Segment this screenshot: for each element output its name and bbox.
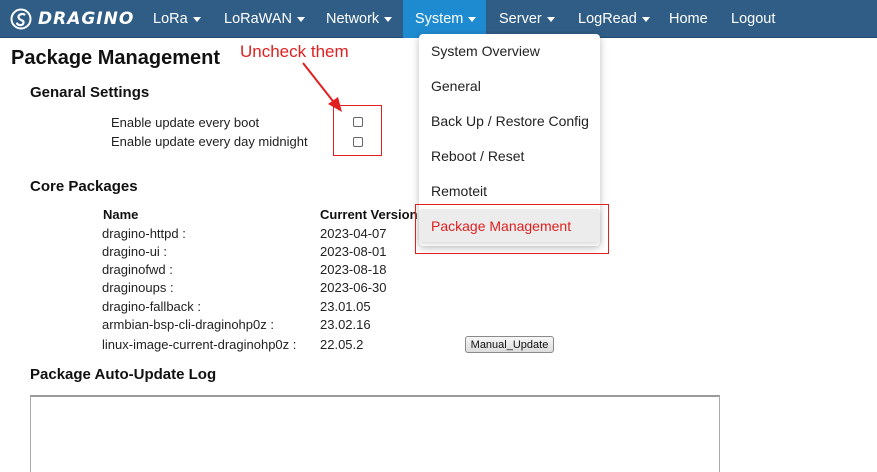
package-name: dragino-httpd : <box>102 226 186 241</box>
caret-down-icon <box>192 17 201 22</box>
nav-system[interactable]: System <box>403 0 486 38</box>
auto-update-log-heading: Package Auto-Update Log <box>30 366 217 383</box>
update-every-midnight-label: Enable update every day midnight <box>111 134 308 149</box>
annotation-label: Uncheck them <box>240 42 349 61</box>
caret-down-icon <box>296 17 305 22</box>
caret-down-icon <box>468 17 477 22</box>
nav-logread[interactable]: LogRead <box>566 0 662 38</box>
page-title: Package Management <box>11 47 220 69</box>
menu-item-general[interactable]: General <box>431 78 481 94</box>
package-name: armbian-bsp-cli-draginohp0z : <box>102 317 274 332</box>
package-version: 2023-06-30 <box>320 280 387 295</box>
core-packages-heading: Core Packages <box>30 178 138 195</box>
package-name: linux-image-current-draginohp0z : <box>102 337 297 352</box>
nav-server-label: Server <box>499 11 542 27</box>
nav-lorawan[interactable]: LoRaWAN <box>212 0 317 38</box>
package-version: 23.01.05 <box>320 299 371 314</box>
nav-network-label: Network <box>326 11 380 27</box>
column-header-version: Current Version <box>320 207 418 222</box>
nav-logread-label: LogRead <box>578 11 637 27</box>
logo-text: DRAGINO <box>38 9 135 29</box>
menu-item-system-overview[interactable]: System Overview <box>431 43 540 59</box>
nav-home-label: Home <box>669 11 708 27</box>
menu-item-reboot-reset[interactable]: Reboot / Reset <box>431 148 524 164</box>
package-name: draginoups : <box>102 280 174 295</box>
package-version: 22.05.2 <box>320 337 364 352</box>
dragino-logo-icon <box>10 8 32 30</box>
menu-item-remoteit[interactable]: Remoteit <box>431 183 487 199</box>
nav-lora-label: LoRa <box>153 11 188 27</box>
auto-update-log-textarea[interactable] <box>30 395 720 472</box>
package-name: draginofwd : <box>102 262 173 277</box>
nav-system-label: System <box>415 11 464 27</box>
caret-down-icon <box>384 17 393 22</box>
package-version: 23.02.16 <box>320 317 371 332</box>
nav-logout[interactable]: Logout <box>719 0 787 38</box>
annotation-arrow-icon <box>302 62 342 112</box>
nav-lorawan-label: LoRaWAN <box>224 11 292 27</box>
menu-highlight-box <box>415 204 609 254</box>
caret-down-icon <box>641 17 650 22</box>
package-version: 2023-08-01 <box>320 244 387 259</box>
column-header-name: Name <box>103 207 139 222</box>
nav-network[interactable]: Network <box>314 0 404 38</box>
nav-server[interactable]: Server <box>487 0 567 38</box>
general-settings-heading: Genaral Settings <box>30 84 150 101</box>
menu-item-backup-restore[interactable]: Back Up / Restore Config <box>431 113 589 129</box>
package-name: dragino-ui : <box>102 244 168 259</box>
top-navbar: DRAGINO LoRa LoRaWAN Network System Serv… <box>0 0 877 38</box>
caret-down-icon <box>546 17 555 22</box>
nav-logout-label: Logout <box>731 11 776 27</box>
package-version: 2023-08-18 <box>320 262 387 277</box>
dragino-logo[interactable]: DRAGINO <box>10 6 136 32</box>
nav-lora[interactable]: LoRa <box>141 0 213 38</box>
package-version: 2023-04-07 <box>320 226 387 241</box>
package-name: dragino-fallback : <box>102 299 201 314</box>
manual-update-button[interactable]: Manual_Update <box>465 336 554 353</box>
nav-home[interactable]: Home <box>657 0 720 38</box>
update-every-boot-label: Enable update every boot <box>111 115 260 130</box>
